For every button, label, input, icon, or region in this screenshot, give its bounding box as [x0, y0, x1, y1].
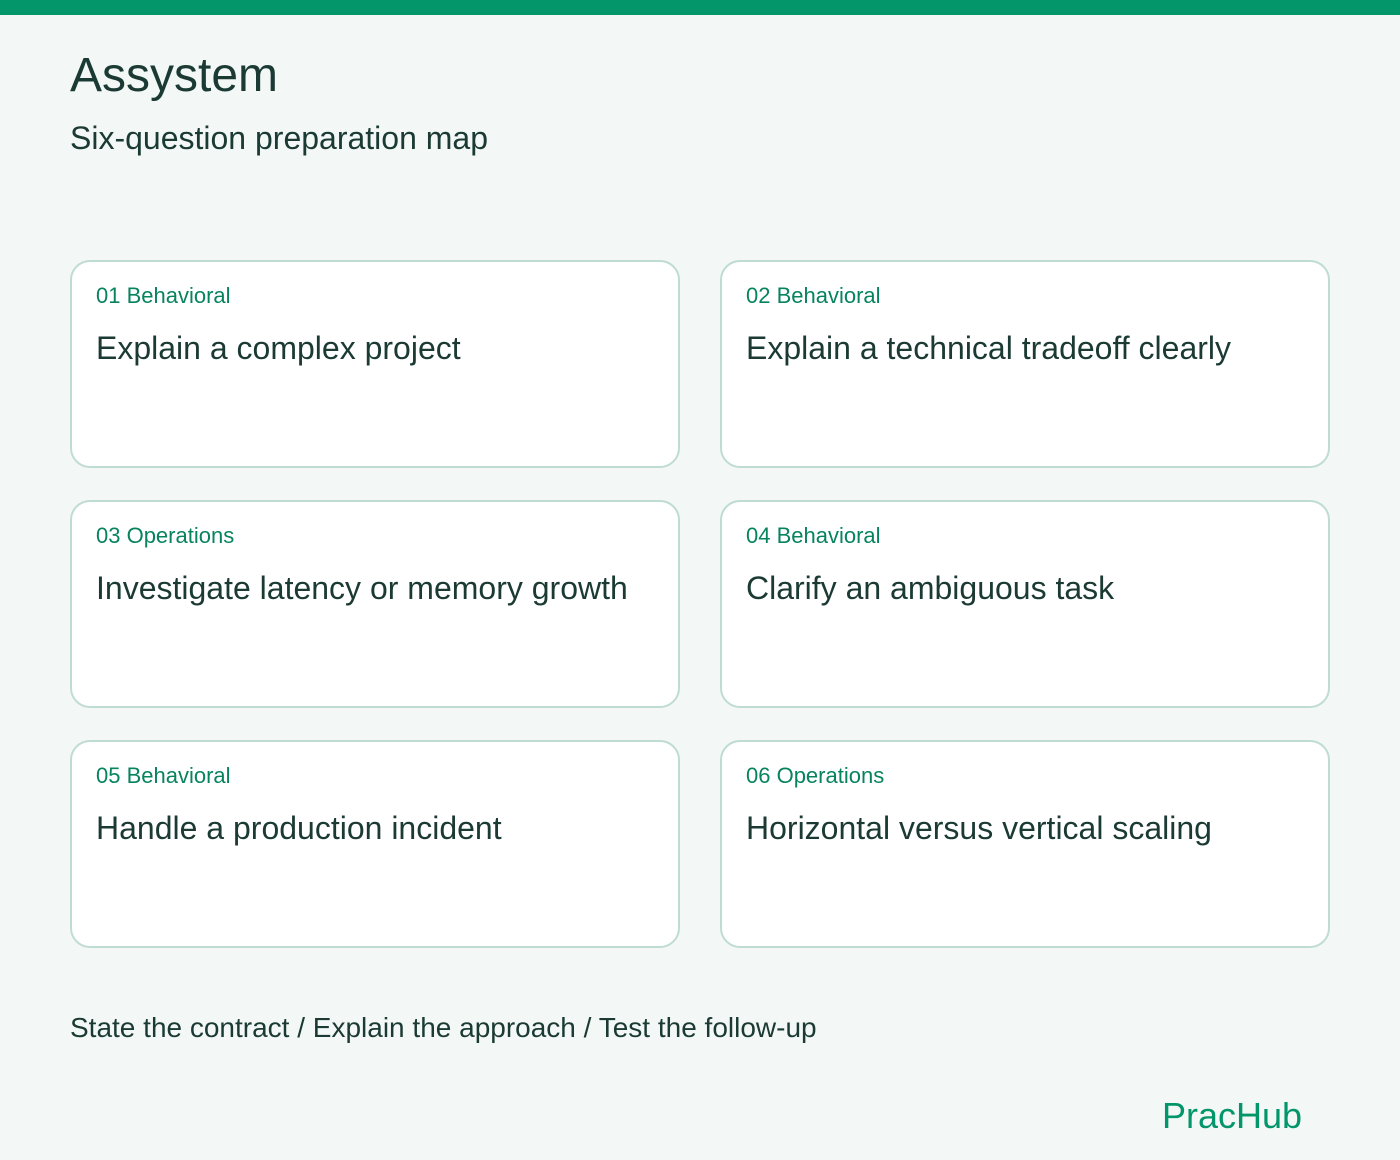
brand-logo-text: PracHub	[1161, 1095, 1302, 1136]
question-tag: 06 Operations	[746, 763, 885, 788]
footer-note: State the contract / Explain the approac…	[70, 1012, 817, 1043]
question-grid: 01 Behavioral Explain a complex project …	[70, 260, 1330, 948]
question-card: 05 Behavioral Handle a production incide…	[70, 740, 680, 948]
question-title: Handle a production incident	[96, 810, 502, 846]
question-card: 02 Behavioral Explain a technical tradeo…	[720, 260, 1330, 468]
page-title: Assystem	[70, 49, 279, 102]
question-title: Explain a technical tradeoff clearly	[746, 330, 1232, 366]
top-accent-bar	[0, 0, 1400, 15]
question-tag: 02 Behavioral	[746, 283, 881, 308]
question-title: Explain a complex project	[96, 330, 461, 366]
question-card: 03 Operations Investigate latency or mem…	[70, 500, 680, 708]
question-card: 06 Operations Horizontal versus vertical…	[720, 740, 1330, 948]
question-title: Clarify an ambiguous task	[746, 570, 1115, 606]
question-tag: 03 Operations	[96, 523, 235, 548]
question-tag: 05 Behavioral	[96, 763, 231, 788]
page-subtitle: Six-question preparation map	[70, 120, 489, 156]
question-tag: 01 Behavioral	[96, 283, 231, 308]
question-tag: 04 Behavioral	[746, 523, 881, 548]
question-card: 01 Behavioral Explain a complex project	[70, 260, 680, 468]
question-title: Investigate latency or memory growth	[96, 570, 628, 606]
question-title: Horizontal versus vertical scaling	[746, 810, 1212, 846]
question-card: 04 Behavioral Clarify an ambiguous task	[720, 500, 1330, 708]
